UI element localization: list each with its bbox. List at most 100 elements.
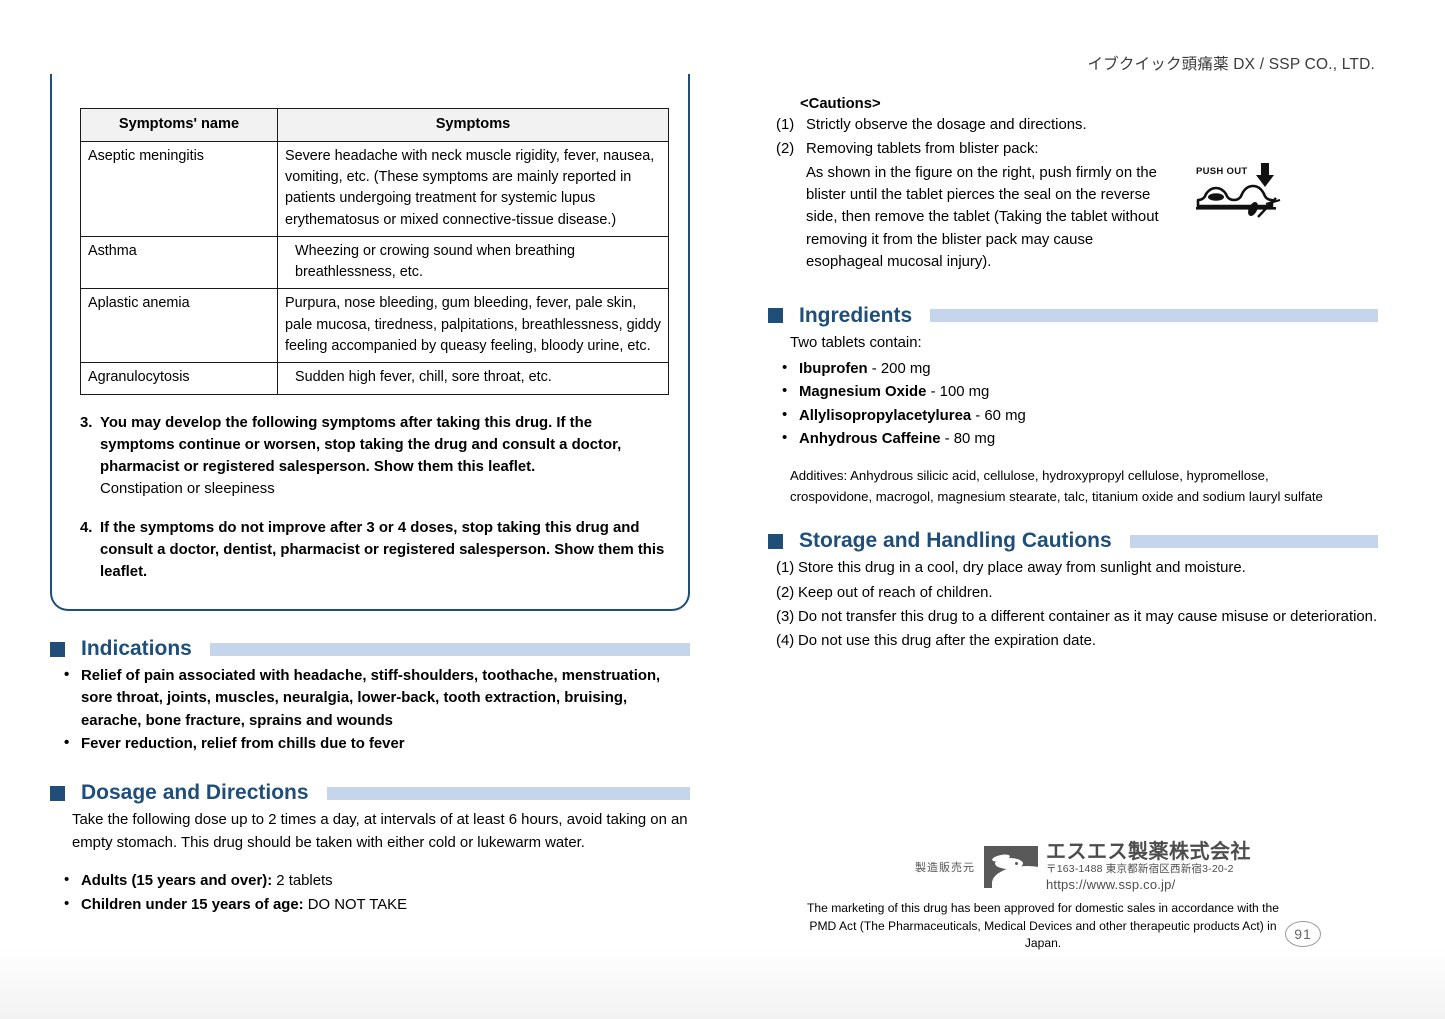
- heading-accent-bar: [326, 786, 690, 800]
- page-header-product-line: イブクイック頭痛薬 DX / SSP CO., LTD.: [1087, 56, 1375, 73]
- logo-hill-shape: [992, 866, 1038, 889]
- symptom-desc-cell: Severe headache with neck muscle rigidit…: [277, 140, 669, 237]
- manufacturer-label: 製造販売元: [915, 862, 975, 875]
- table-row: Aplastic anemia Purpura, nose bleeding, …: [80, 288, 669, 364]
- warning-bold-text: You may develop the following symptoms a…: [100, 414, 622, 475]
- warning-number: 4.: [80, 519, 93, 536]
- ingredient-amount: - 60 mg: [971, 407, 1026, 424]
- square-bullet-icon: [768, 308, 783, 324]
- caution-text: Strictly observe the dosage and directio…: [806, 117, 1087, 133]
- dosage-intro-paragraph: Take the following dose up to 2 times a …: [72, 812, 688, 851]
- push-out-label-text: PUSH OUT: [1196, 166, 1248, 177]
- list-item: Relief of pain associated with headache,…: [50, 664, 690, 732]
- storage-text: Keep out of reach of children.: [798, 584, 993, 601]
- table-row: Aseptic meningitis Severe headache with …: [80, 140, 669, 237]
- square-bullet-icon: [768, 533, 783, 549]
- leaflet-page: イブクイック頭痛薬 DX / SSP CO., LTD. Symptoms' n…: [0, 0, 1445, 1019]
- ingredient-name: Anhydrous Caffeine: [799, 430, 941, 447]
- symptom-name-cell: Aseptic meningitis: [80, 140, 278, 237]
- list-item: Ibuprofen - 200 mg: [768, 357, 1378, 380]
- dosage-value: DO NOT TAKE: [303, 896, 408, 913]
- storage-item-4: (4) Do not use this drug after the expir…: [768, 630, 1378, 652]
- warning-item-3: 3. You may develop the following symptom…: [80, 412, 666, 500]
- square-bullet-icon: [50, 641, 65, 657]
- list-item: Adults (15 years and over): 2 tablets: [50, 869, 690, 892]
- warning-number: 3.: [80, 414, 93, 431]
- company-text-block: エスエス製薬株式会社 〒163-1488 東京都新宿区西新宿3-20-2 htt…: [1046, 842, 1251, 892]
- symptom-name-cell: Agranulocytosis: [80, 362, 278, 395]
- caution-number: (1): [776, 117, 795, 133]
- symptom-name-cell: Asthma: [80, 235, 278, 290]
- symptom-name-cell: Aplastic anemia: [80, 288, 278, 364]
- heading-accent-bar: [209, 642, 690, 656]
- storage-item-3: (3) Do not transfer this drug to a diffe…: [768, 606, 1378, 628]
- heading-accent-bar: [930, 309, 1378, 323]
- additives-paragraph: Additives: Anhydrous silicic acid, cellu…: [790, 468, 1323, 504]
- table-row: Agranulocytosis Sudden high fever, chill…: [80, 362, 669, 395]
- symptom-desc-cell: Sudden high fever, chill, sore throat, e…: [277, 362, 669, 395]
- storage-text: Do not transfer this drug to a different…: [798, 608, 1378, 625]
- warning-body: You may develop the following symptoms a…: [100, 412, 666, 500]
- company-url: https://www.ssp.co.jp/: [1046, 876, 1176, 892]
- symptom-desc-cell: Purpura, nose bleeding, gum bleeding, fe…: [277, 288, 669, 364]
- symptoms-table: Symptoms' name Symptoms Aseptic meningit…: [80, 108, 669, 395]
- section-heading-storage: Storage and Handling Cautions: [768, 529, 1378, 553]
- ingredients-list: Ibuprofen - 200 mg Magnesium Oxide - 100…: [768, 357, 1378, 450]
- caution-item-1: (1) Strictly observe the dosage and dire…: [768, 114, 1378, 136]
- list-item: Allylisopropylacetylurea - 60 mg: [768, 404, 1378, 427]
- indications-list: Relief of pain associated with headache,…: [50, 664, 690, 755]
- ingredient-amount: - 200 mg: [867, 360, 931, 377]
- caution-body: Removing tablets from blister pack: As s…: [806, 138, 1378, 273]
- symptom-desc-cell: Wheezing or crowing sound when breathing…: [277, 235, 669, 290]
- ingredient-amount: - 100 mg: [926, 384, 990, 401]
- storage-text: Store this drug in a cool, dry place awa…: [798, 560, 1246, 577]
- table-row: Asthma Wheezing or crowing sound when br…: [80, 235, 669, 290]
- section-heading-indications: Indications: [50, 637, 690, 661]
- page-number-badge: 91: [1285, 921, 1321, 947]
- company-name: エスエス製薬株式会社: [1046, 841, 1251, 863]
- storage-number: (4): [776, 633, 795, 650]
- column-header-symptoms-name: Symptoms' name: [80, 108, 278, 142]
- square-bullet-icon: [50, 785, 65, 801]
- table-header-row: Symptoms' name Symptoms: [80, 108, 669, 142]
- section-heading-dosage: Dosage and Directions: [50, 781, 690, 805]
- section-heading-ingredients: Ingredients: [768, 304, 1378, 328]
- storage-text: Do not use this drug after the expiratio…: [798, 633, 1096, 650]
- section-title-text: Indications: [81, 637, 192, 661]
- push-out-figure: PUSH OUT: [1196, 160, 1292, 220]
- warnings-box: Symptoms' name Symptoms Aseptic meningit…: [50, 74, 690, 612]
- list-item: Magnesium Oxide - 100 mg: [768, 380, 1378, 403]
- footer-company-block: 製造販売元 エスエス製薬株式会社 〒163-1488 東京都新宿区西新宿3-20…: [915, 842, 1251, 892]
- blister-push-out-icon: PUSH OUT: [1196, 163, 1281, 218]
- ingredient-amount: - 80 mg: [940, 430, 996, 447]
- section-title-text: Ingredients: [799, 303, 913, 327]
- dosage-label: Children under 15 years of age:: [81, 896, 304, 913]
- storage-item-2: (2) Keep out of reach of children.: [768, 582, 1378, 604]
- dosage-list: Adults (15 years and over): 2 tablets Ch…: [50, 869, 690, 916]
- left-column: Symptoms' name Symptoms Aseptic meningit…: [50, 74, 690, 917]
- ssp-rabbit-logo-icon: [984, 846, 1038, 889]
- warning-body: If the symptoms do not improve after 3 o…: [100, 517, 666, 583]
- section-title-text: Storage and Handling Cautions: [799, 529, 1112, 553]
- list-item: Anhydrous Caffeine - 80 mg: [768, 427, 1378, 450]
- ingredients-intro: Two tablets contain:: [790, 334, 922, 351]
- storage-number: (3): [776, 608, 795, 625]
- storage-number: (2): [776, 584, 795, 601]
- section-title-text: Dosage and Directions: [81, 781, 309, 805]
- ingredient-name: Magnesium Oxide: [799, 384, 927, 401]
- list-item: Fever reduction, relief from chills due …: [50, 732, 690, 755]
- heading-accent-bar: [1129, 534, 1378, 548]
- ingredient-name: Allylisopropylacetylurea: [799, 407, 972, 424]
- storage-number: (1): [776, 560, 795, 577]
- warning-item-4: 4. If the symptoms do not improve after …: [80, 517, 666, 583]
- ingredient-name: Ibuprofen: [799, 360, 868, 377]
- warning-bold-text: If the symptoms do not improve after 3 o…: [100, 519, 665, 580]
- storage-item-1: (1) Store this drug in a cool, dry place…: [768, 557, 1378, 579]
- caution-text: Removing tablets from blister pack:: [806, 141, 1039, 158]
- dosage-value: 2 tablets: [272, 873, 333, 890]
- list-item: Children under 15 years of age: DO NOT T…: [50, 893, 690, 916]
- company-address: 〒163-1488 東京都新宿区西新宿3-20-2: [1046, 863, 1234, 875]
- cautions-heading: <Cautions>: [800, 96, 881, 112]
- dosage-label: Adults (15 years and over):: [81, 873, 273, 890]
- caution-subtext: As shown in the figure on the right, pus…: [806, 164, 1159, 271]
